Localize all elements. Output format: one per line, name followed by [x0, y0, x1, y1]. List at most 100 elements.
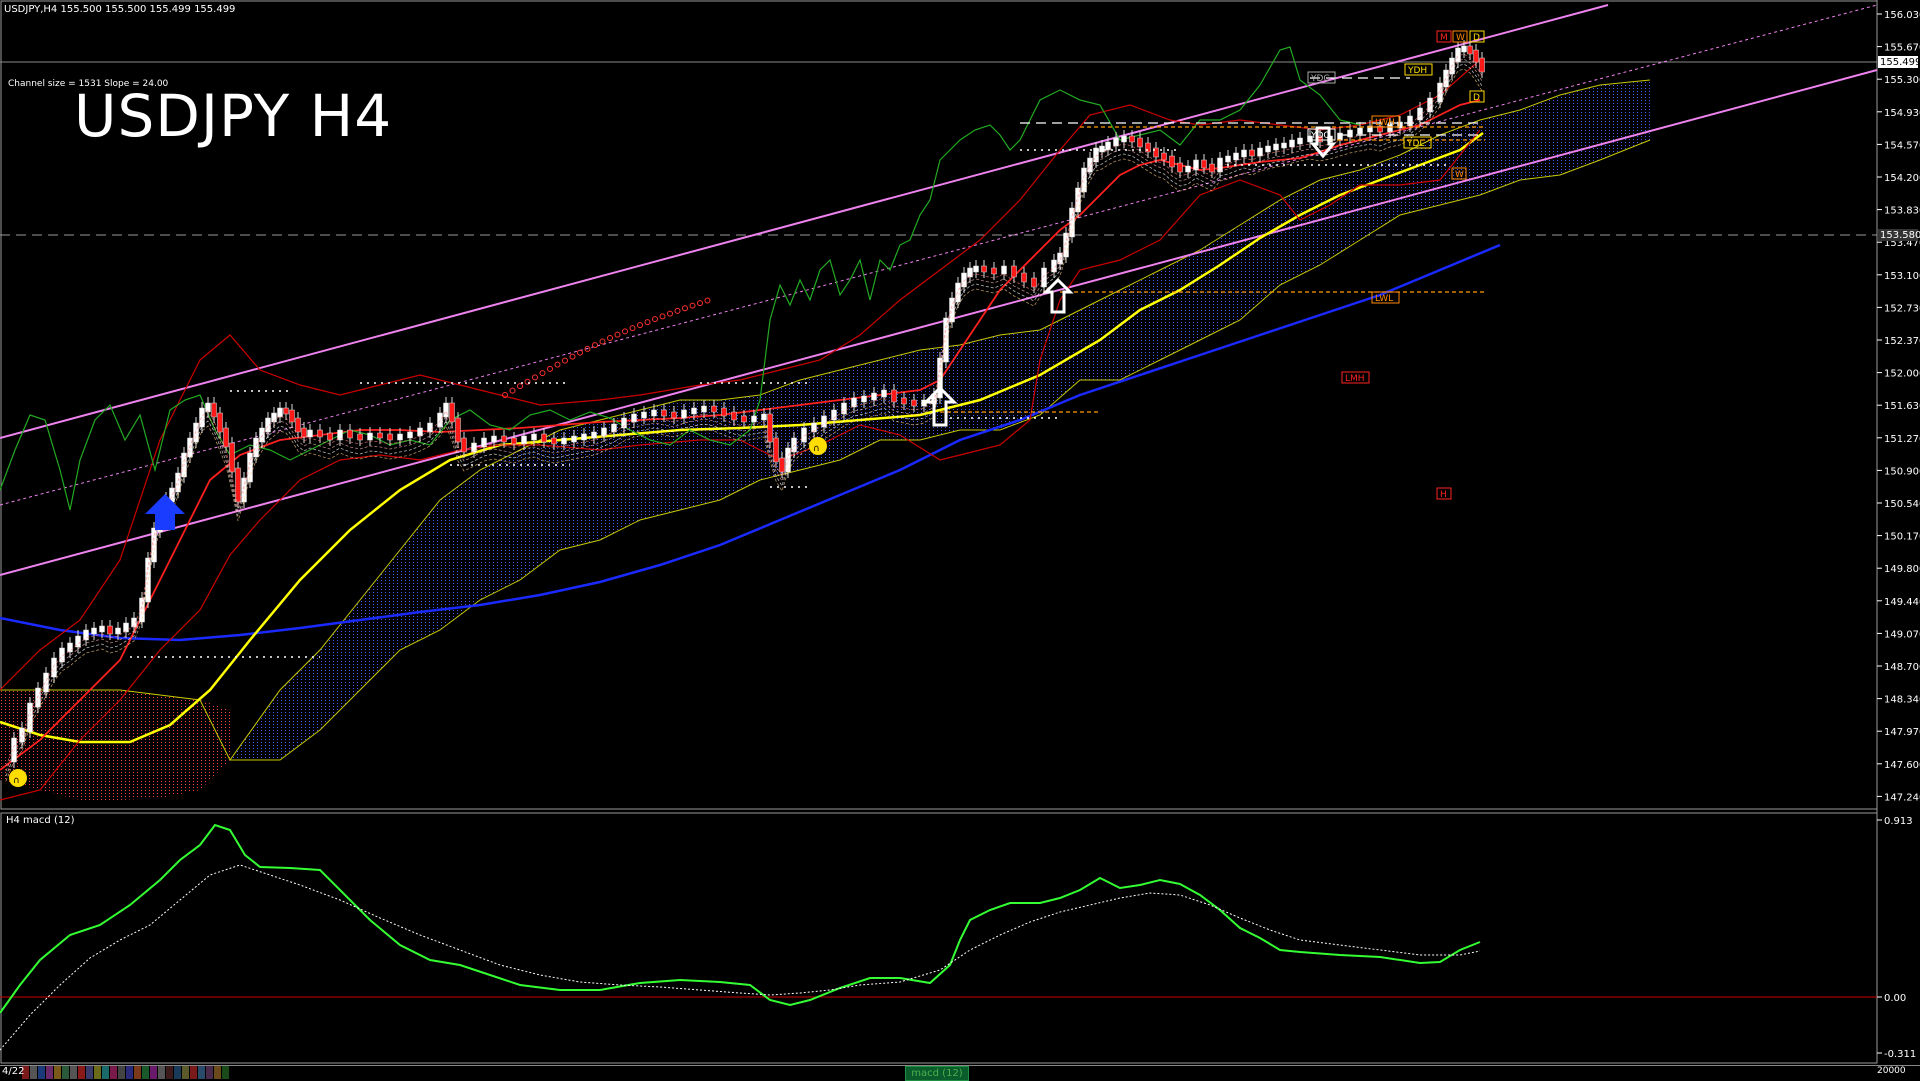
symbol-tab[interactable]: [214, 1066, 221, 1079]
candle-body: [1297, 137, 1303, 145]
price-tick-label: 156.030: [1884, 10, 1920, 21]
candle-body: [1121, 135, 1127, 143]
candle-body: [761, 413, 767, 421]
candle-body: [283, 407, 289, 415]
symbol-tab[interactable]: [222, 1066, 229, 1079]
symbol-tab[interactable]: [30, 1066, 37, 1079]
price-tick-label: 152.000: [1884, 369, 1920, 380]
price-tick-label: 153.100: [1884, 271, 1920, 282]
candle-body: [601, 427, 607, 437]
candle-body: [1479, 57, 1485, 73]
symbol-tab[interactable]: [118, 1066, 125, 1079]
marked-level-box: 153.580: [1878, 229, 1920, 241]
candle-body: [455, 417, 461, 443]
ichimoku-cloud: [230, 80, 1650, 760]
candle-body: [301, 427, 307, 438]
symbol-tab[interactable]: [134, 1066, 141, 1079]
symbol-tab[interactable]: [86, 1066, 93, 1079]
price-tick-label: 152.370: [1884, 336, 1920, 347]
candle-body: [91, 627, 97, 635]
symbol-tab[interactable]: [150, 1066, 157, 1079]
level-tag-label: D: [1473, 33, 1480, 43]
candle-body: [1417, 107, 1423, 121]
candle-body: [107, 625, 113, 635]
candle-body: [1011, 265, 1017, 278]
symbol-tab[interactable]: [102, 1066, 109, 1079]
candle-body: [1137, 137, 1143, 148]
candle-body: [367, 432, 373, 441]
price-axis: 156.030 155.670 155.300 154.930 154.570 154.2…: [1877, 10, 1920, 803]
candle-body: [1201, 159, 1207, 169]
symbol-tab[interactable]: [166, 1066, 173, 1079]
candle-body: [223, 427, 229, 448]
symbol-tab[interactable]: [54, 1066, 61, 1079]
candle-body: [1461, 45, 1467, 53]
candle-body: [901, 397, 907, 405]
symbol-tab[interactable]: [182, 1066, 189, 1079]
candle-body: [217, 412, 223, 433]
candle-body: [711, 405, 717, 413]
candle-body: [671, 411, 677, 419]
candle-body: [1087, 157, 1093, 173]
symbol-tab-strip[interactable]: [0, 1066, 230, 1079]
symbol-tab[interactable]: [158, 1066, 165, 1079]
macd-tick-label: 0.00: [1884, 993, 1906, 1004]
candle-body: [1273, 143, 1279, 151]
candle-body: [241, 477, 247, 503]
price-tick-label: 149.800: [1884, 564, 1920, 575]
candle-body: [651, 409, 657, 417]
level-tag-label: D: [1473, 93, 1480, 103]
macd-panel-label: H4 macd (12): [6, 815, 75, 826]
svg-text:155.499: 155.499: [1880, 57, 1920, 68]
symbol-tab[interactable]: [174, 1066, 181, 1079]
level-tag-label: YDH: [1407, 66, 1427, 76]
price-tick-label: 154.200: [1884, 173, 1920, 184]
macd-axis: 0.913 0.00 -0.311: [1877, 816, 1916, 1060]
candle-body: [1099, 145, 1105, 153]
price-tick-label: 154.570: [1884, 140, 1920, 151]
level-tag-label: YDC: [1310, 74, 1330, 84]
level-tag-label: YDL: [1406, 139, 1424, 149]
candle-body: [881, 389, 887, 398]
candle-body: [491, 435, 497, 443]
symbol-tab[interactable]: [142, 1066, 149, 1079]
candle-body: [1225, 155, 1231, 163]
candle-body: [1001, 265, 1007, 275]
level-tag-label: LMH: [1345, 374, 1365, 384]
symbol-tab[interactable]: [70, 1066, 77, 1079]
candle-body: [417, 427, 423, 437]
symbol-tab[interactable]: [46, 1066, 53, 1079]
candle-body: [1161, 152, 1167, 161]
candle-body: [347, 429, 353, 439]
symbol-tab[interactable]: [190, 1066, 197, 1079]
candle-body: [831, 409, 837, 421]
candle-body: [621, 417, 627, 429]
candle-body: [861, 395, 867, 403]
symbol-tab[interactable]: [94, 1066, 101, 1079]
candle-body: [307, 429, 313, 438]
symbol-tab[interactable]: [62, 1066, 69, 1079]
symbol-tab[interactable]: [206, 1066, 213, 1079]
candle-body: [991, 267, 997, 275]
candle-body: [1041, 267, 1047, 288]
svg-text:153.580: 153.580: [1880, 230, 1920, 241]
price-tick-label: 147.600: [1884, 760, 1920, 771]
symbol-tab[interactable]: [78, 1066, 85, 1079]
candle-body: [277, 407, 283, 418]
symbol-tab[interactable]: [198, 1066, 205, 1079]
price-tick-label: 152.730: [1884, 303, 1920, 314]
price-tick-label: 154.930: [1884, 108, 1920, 119]
candle-body: [1069, 207, 1075, 238]
candle-body: [27, 702, 33, 733]
symbol-tab[interactable]: [110, 1066, 117, 1079]
symbol-tab[interactable]: [126, 1066, 133, 1079]
price-tick-label: 148.700: [1884, 662, 1920, 673]
candle-body: [701, 405, 707, 413]
macd-tab[interactable]: macd (12): [905, 1066, 969, 1081]
candle-body: [1113, 137, 1119, 147]
chart-canvas[interactable]: ∩ ∩ YDCYDHYDOLWHYDLMWDDWLWLLMHH 156.0301…: [0, 0, 1920, 1080]
candle-body: [327, 432, 333, 441]
candle-body: [83, 629, 89, 641]
symbol-tab[interactable]: [38, 1066, 45, 1079]
candle-body: [541, 433, 547, 443]
